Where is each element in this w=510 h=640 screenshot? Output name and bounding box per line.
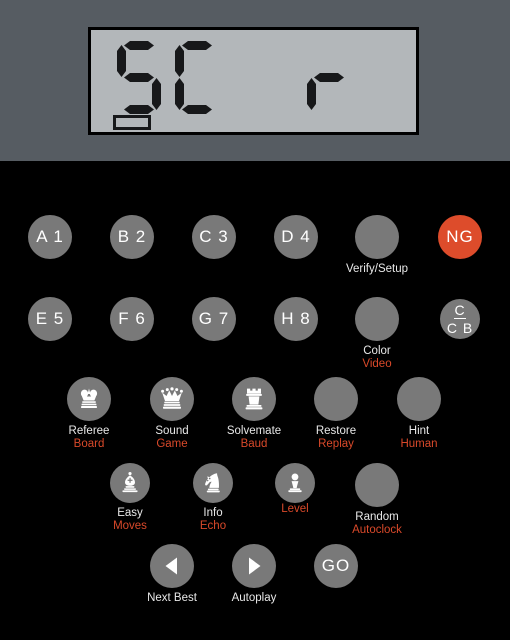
key-sound-face[interactable] (150, 377, 194, 421)
top-panel (0, 0, 510, 161)
key-verify-setup-face[interactable] (355, 215, 399, 259)
key-a1-face[interactable]: A 1 (28, 215, 72, 259)
key-echo-label: Echo (199, 520, 227, 532)
key-referee-board[interactable]: Referee Board (41, 377, 137, 451)
lcd-digit-2 (175, 41, 219, 115)
key-level-face[interactable] (275, 463, 315, 503)
key-solvemate-face[interactable] (232, 377, 276, 421)
key-verify-setup[interactable]: Verify/Setup (329, 215, 425, 276)
triangle-right-icon (249, 557, 261, 575)
key-easy-moves[interactable]: Easy Moves (82, 463, 178, 533)
key-new-game-face[interactable]: NG (438, 215, 482, 259)
key-contrast-denominator: C B (446, 320, 474, 336)
key-info-face[interactable] (193, 463, 233, 503)
chess-computer-device: A 1 B 2 C 3 D 4 Verify/Setup NG E 5 F 6 … (0, 0, 510, 640)
chess-rook-icon (245, 388, 263, 410)
key-go-face[interactable]: GO (314, 544, 358, 588)
key-d4-face[interactable]: D 4 (274, 215, 318, 259)
key-autoclock-label: Autoclock (352, 524, 402, 536)
lcd-digit-3 (249, 41, 293, 115)
key-new-game[interactable]: NG (412, 215, 508, 259)
key-hint-label: Hint (408, 425, 430, 437)
key-contrast-numerator: C (454, 302, 466, 319)
key-contrast-face[interactable]: C C B (440, 299, 480, 339)
key-b2-face[interactable]: B 2 (110, 215, 154, 259)
key-easy-label: Easy (117, 507, 143, 519)
key-e5-face[interactable]: E 5 (28, 297, 72, 341)
key-c3-face[interactable]: C 3 (192, 215, 236, 259)
chess-king-icon (80, 388, 98, 408)
chess-pawn-icon (288, 473, 302, 493)
key-f6-face[interactable]: F 6 (110, 297, 154, 341)
key-verify-setup-label: Verify/Setup (345, 263, 408, 275)
key-human-label: Human (400, 438, 438, 450)
lcd-digit-1 (117, 41, 161, 115)
key-replay-label: Replay (318, 438, 354, 450)
key-color-video[interactable]: Color Video (329, 297, 425, 371)
keypad: A 1 B 2 C 3 D 4 Verify/Setup NG E 5 F 6 … (0, 161, 510, 640)
key-restore-label: Restore (315, 425, 357, 437)
key-next-best-face[interactable] (150, 544, 194, 588)
key-board-label: Board (73, 438, 105, 450)
key-restore-face[interactable] (314, 377, 358, 421)
key-hint-human[interactable]: Hint Human (371, 377, 467, 451)
lcd-digit-4 (307, 41, 351, 115)
key-autoplay-label: Autoplay (231, 592, 277, 604)
key-h8-face[interactable]: H 8 (274, 297, 318, 341)
key-restore-replay[interactable]: Restore Replay (288, 377, 384, 451)
fraction-icon: C C B (447, 303, 473, 335)
battery-indicator (113, 115, 151, 130)
chess-queen-icon (161, 387, 183, 409)
chess-knight-icon (205, 473, 220, 493)
key-hint-face[interactable] (397, 377, 441, 421)
key-random-label: Random (355, 511, 399, 523)
key-random-autoclock[interactable]: Random Autoclock (329, 463, 425, 537)
key-random-face[interactable] (355, 463, 399, 507)
key-referee-label: Referee (68, 425, 110, 437)
key-color-video-face[interactable] (355, 297, 399, 341)
key-autoplay-face[interactable] (232, 544, 276, 588)
key-g7-face[interactable]: G 7 (192, 297, 236, 341)
triangle-left-icon (165, 557, 177, 575)
key-go[interactable]: GO (288, 544, 384, 588)
lcd-inner (91, 30, 416, 132)
key-moves-label: Moves (113, 520, 147, 532)
key-contrast[interactable]: C C B (412, 299, 508, 339)
lcd-display (88, 27, 419, 135)
chess-bishop-icon (122, 472, 138, 493)
key-color-label: Color (363, 345, 391, 357)
key-referee-face[interactable] (67, 377, 111, 421)
key-easy-face[interactable] (110, 463, 150, 503)
key-video-label: Video (362, 358, 392, 370)
